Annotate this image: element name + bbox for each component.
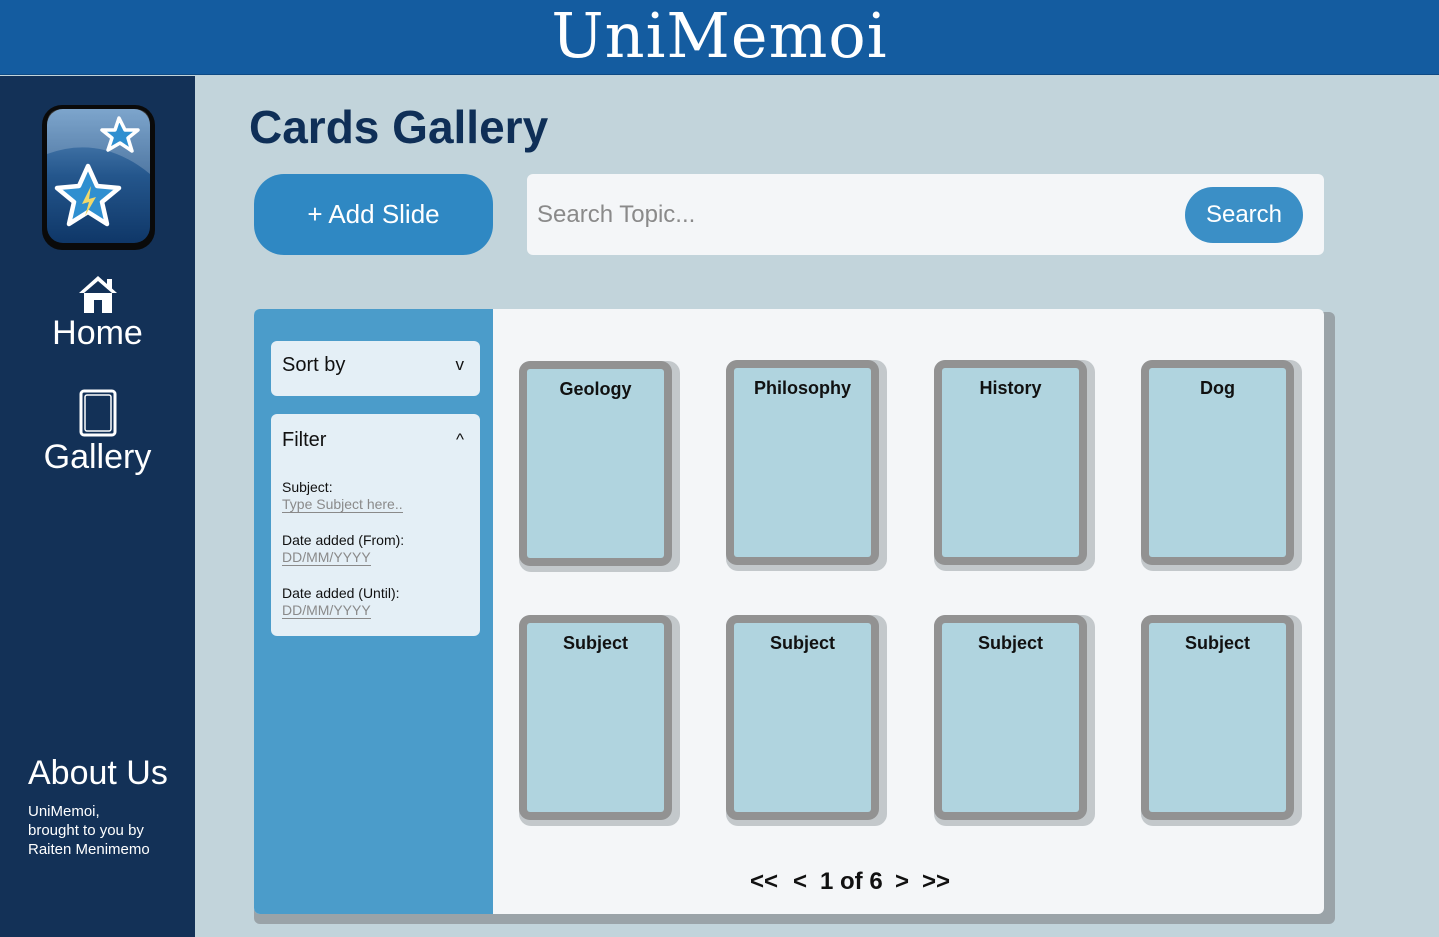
card-title: Philosophy: [753, 378, 851, 398]
card-item[interactable]: Subject: [519, 615, 680, 826]
star-card-logo-icon: [42, 105, 155, 250]
top-bar: UniMemoi: [0, 0, 1439, 75]
page-title: Cards Gallery: [249, 101, 549, 153]
date-until-field[interactable]: DD/MM/YYYY: [282, 602, 371, 619]
search-bar: Search: [527, 174, 1324, 255]
sidebar: Home Gallery About Us UniMemoi, brought …: [0, 76, 195, 937]
chevron-up-icon[interactable]: ^: [456, 430, 464, 450]
next-page-button[interactable]: >: [895, 868, 909, 896]
card-item[interactable]: Dog: [1141, 360, 1302, 571]
about-line: Raiten Menimemo: [28, 841, 150, 858]
filter-label[interactable]: Filter: [282, 429, 326, 452]
card-item[interactable]: Subject: [726, 615, 887, 826]
prev-page-button[interactable]: <: [793, 868, 807, 896]
filter-section: Filter ^ Subject: Type Subject here.. Da…: [271, 414, 480, 636]
card-item[interactable]: Philosophy: [726, 360, 887, 571]
sidebar-item-home[interactable]: Home: [0, 274, 195, 352]
first-page-button[interactable]: <<: [750, 868, 778, 896]
page-indicator: 1 of 6: [820, 868, 883, 895]
about-us-text: UniMemoi, brought to you by Raiten Menim…: [28, 802, 188, 859]
about-line: brought to you by: [28, 822, 144, 839]
date-from-field[interactable]: DD/MM/YYYY: [282, 549, 371, 566]
about-us-title[interactable]: About Us: [28, 754, 168, 792]
add-slide-button[interactable]: + Add Slide: [254, 174, 493, 255]
card-icon: [79, 389, 116, 437]
sort-dropdown[interactable]: Sort by v: [271, 341, 480, 396]
last-page-button[interactable]: >>: [922, 868, 950, 896]
home-icon: [78, 276, 117, 313]
subject-label: Subject:: [282, 479, 333, 495]
card-title: Subject: [1184, 633, 1250, 653]
subject-field[interactable]: Type Subject here..: [282, 496, 403, 513]
sidebar-item-gallery[interactable]: Gallery: [0, 388, 195, 476]
about-line: UniMemoi,: [28, 803, 100, 820]
card-title: Geology: [559, 379, 632, 399]
date-until-label: Date added (Until):: [282, 585, 400, 601]
card-title: Subject: [977, 633, 1043, 653]
card-title: Subject: [562, 633, 628, 653]
app-title: UniMemoi: [551, 0, 888, 72]
sidebar-item-label: Home: [52, 314, 143, 352]
card-item[interactable]: History: [934, 360, 1095, 571]
sidebar-item-label: Gallery: [43, 438, 152, 476]
filter-column: Sort by v Filter ^ Subject: Type Subject…: [254, 309, 493, 914]
card-item[interactable]: Subject: [934, 615, 1095, 826]
card-title: History: [979, 378, 1042, 398]
app-logo[interactable]: [41, 104, 156, 251]
sort-label: Sort by: [282, 354, 346, 376]
card-title: Dog: [1200, 378, 1235, 398]
card-item[interactable]: Geology: [519, 361, 680, 572]
search-button[interactable]: Search: [1185, 187, 1303, 243]
card-title: Subject: [769, 633, 835, 653]
date-from-label: Date added (From):: [282, 532, 405, 548]
chevron-down-icon: v: [455, 355, 465, 374]
search-input[interactable]: [537, 192, 1177, 238]
card-item[interactable]: Subject: [1141, 615, 1302, 826]
